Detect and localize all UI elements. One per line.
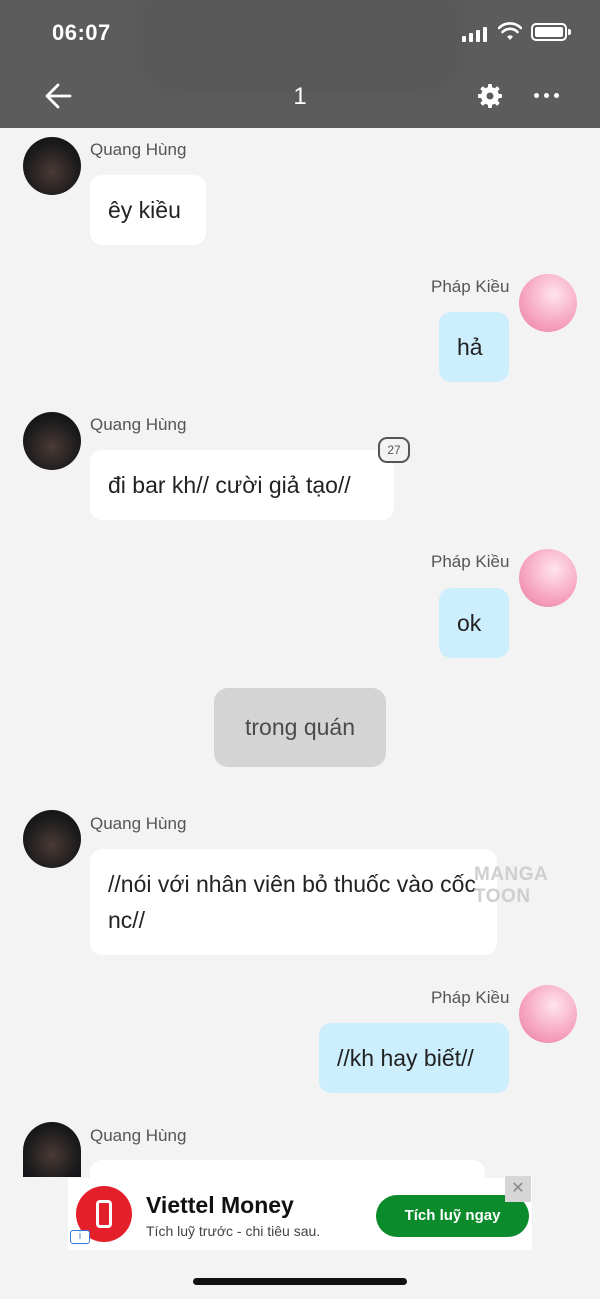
sender-name: Quang Hùng xyxy=(90,415,187,434)
battery-icon xyxy=(531,23,567,41)
ad-banner[interactable]: Viettel Money Tích luỹ trước - chi tiêu … xyxy=(68,1178,532,1250)
sender-name: Pháp Kiều xyxy=(431,988,510,1007)
close-icon[interactable]: ✕ xyxy=(505,1176,531,1202)
message-bubble[interactable]: ok xyxy=(439,588,509,658)
notch-area xyxy=(140,0,460,95)
more-options-button[interactable] xyxy=(534,93,559,98)
narration-bubble[interactable]: trong quán xyxy=(214,688,386,767)
message-bubble[interactable]: hả xyxy=(439,312,509,382)
home-indicator[interactable] xyxy=(193,1278,407,1285)
avatar-quang-hung[interactable] xyxy=(23,412,81,470)
watermark: MANGA TOON xyxy=(474,864,548,907)
sender-name: Quang Hùng xyxy=(90,814,187,833)
sender-name: Quang Hùng xyxy=(90,1126,187,1145)
avatar-phap-kieu[interactable] xyxy=(519,985,577,1043)
ad-info-icon[interactable]: i xyxy=(70,1230,90,1244)
avatar-quang-hung[interactable] xyxy=(23,1122,81,1177)
message-bubble[interactable]: //nói với nhân viên bỏ thuốc vào cốc nc/… xyxy=(90,849,497,955)
top-bar: 06:07 1 xyxy=(0,0,600,128)
settings-button[interactable] xyxy=(477,83,503,109)
sender-name: Quang Hùng xyxy=(90,140,187,159)
comment-count-badge[interactable]: 27 xyxy=(378,437,410,463)
avatar-quang-hung[interactable] xyxy=(23,137,81,195)
ad-tagline: Tích luỹ trước - chi tiêu sau. xyxy=(146,1223,321,1239)
sender-name: Pháp Kiều xyxy=(431,552,510,571)
message-bubble[interactable]: êy kiều xyxy=(90,175,206,245)
cellular-signal-icon xyxy=(462,26,487,42)
avatar-phap-kieu[interactable] xyxy=(519,549,577,607)
message-bubble[interactable]: //kh hay biết// xyxy=(319,1023,509,1093)
avatar-phap-kieu[interactable] xyxy=(519,274,577,332)
avatar-quang-hung[interactable] xyxy=(23,810,81,868)
wifi-icon xyxy=(498,22,522,40)
status-time: 06:07 xyxy=(52,20,111,45)
sender-name: Pháp Kiều xyxy=(431,277,510,296)
page-title: 1 xyxy=(293,83,307,110)
ad-title: Viettel Money xyxy=(146,1192,294,1218)
message-bubble[interactable]: đi bar kh// cười giả tạo// xyxy=(90,450,394,520)
